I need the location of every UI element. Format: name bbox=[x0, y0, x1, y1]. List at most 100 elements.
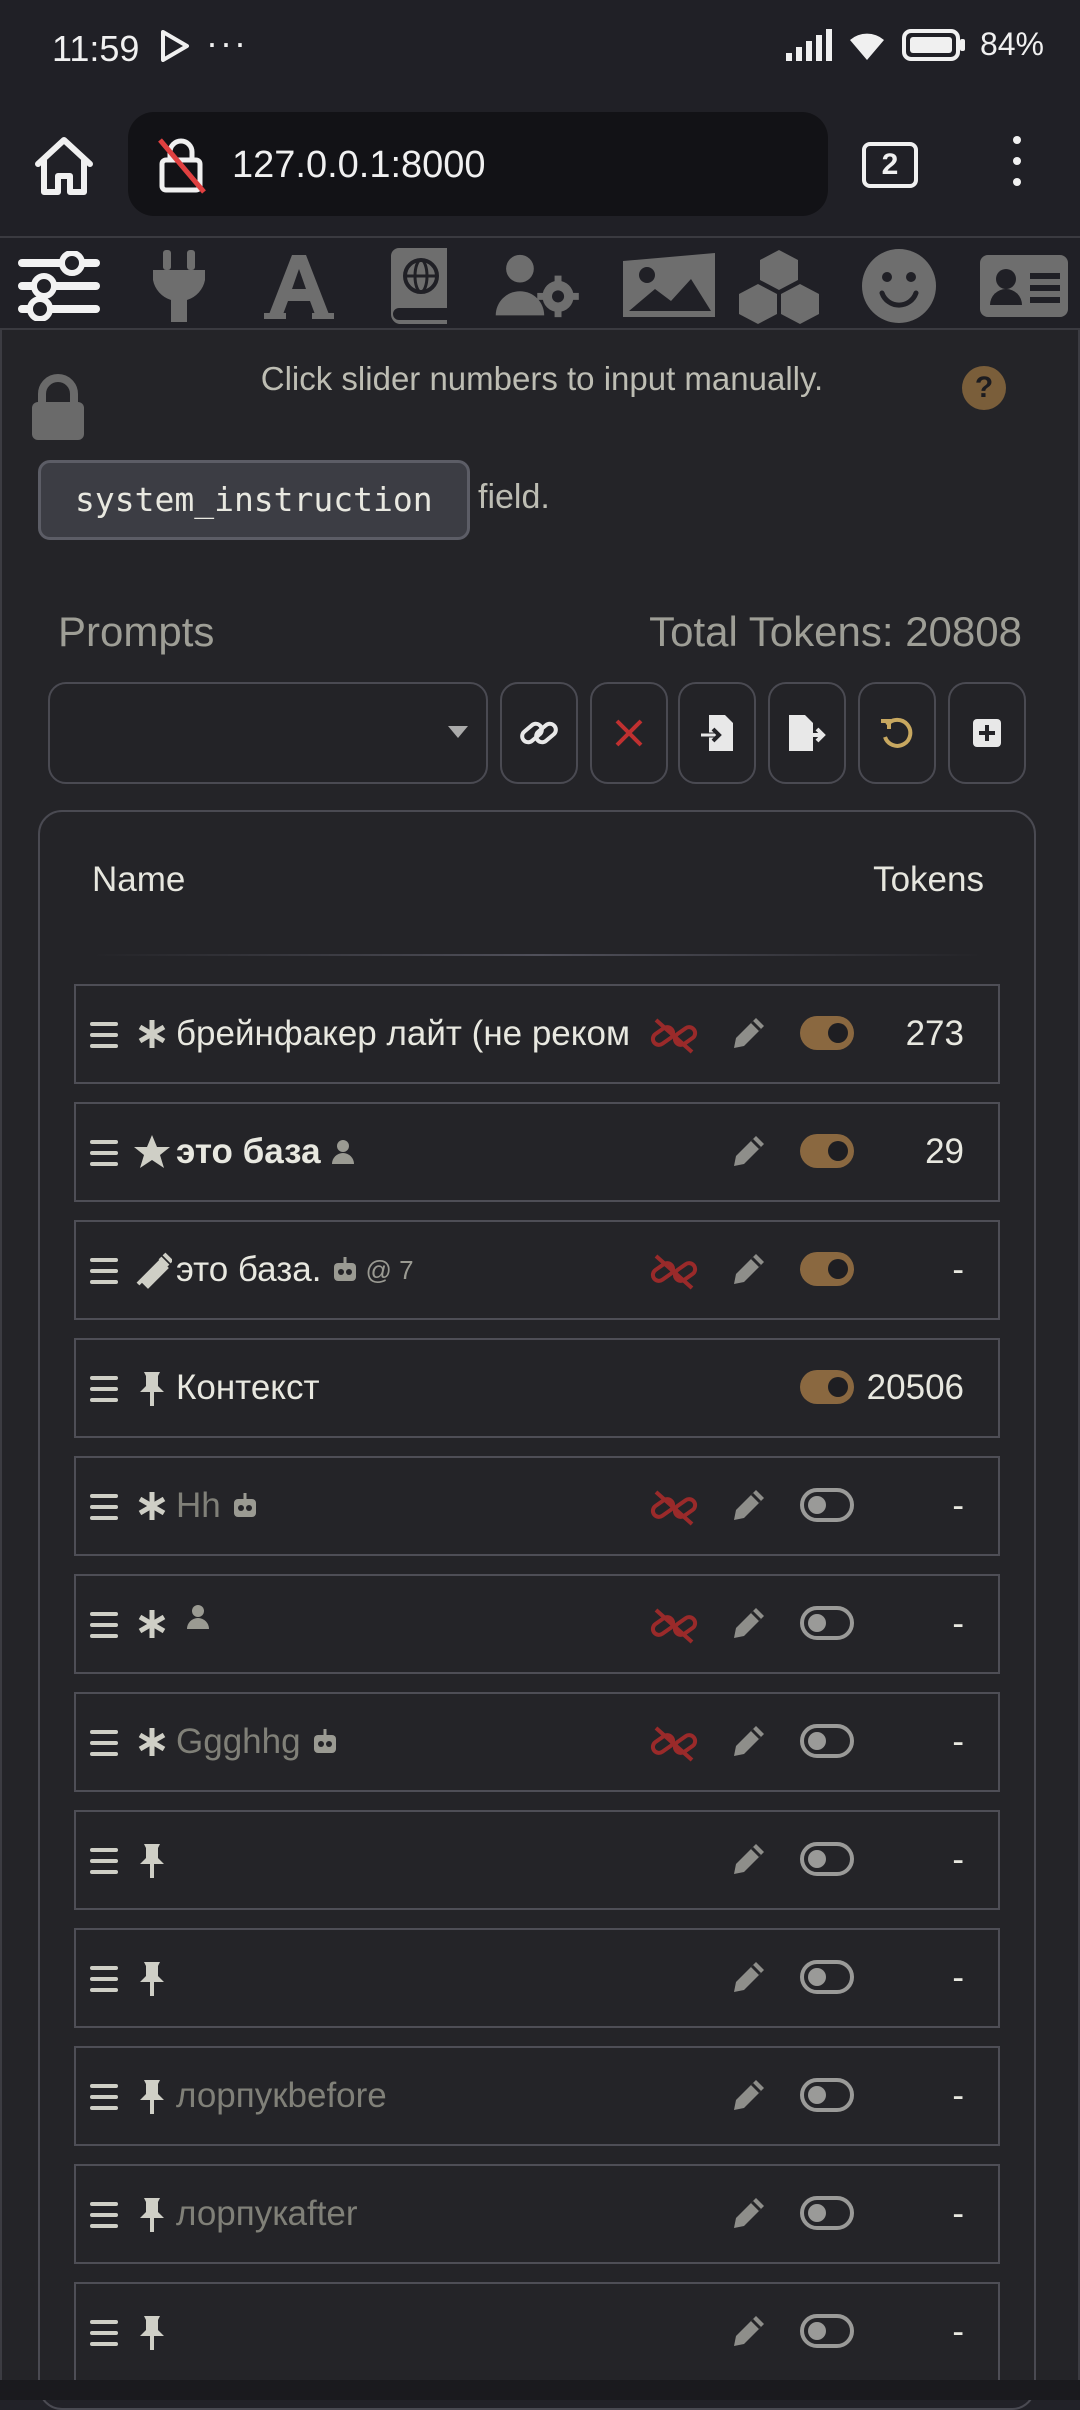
prompt-name[interactable]: лорпукafter bbox=[176, 2194, 358, 2234]
enable-toggle[interactable] bbox=[800, 1488, 854, 1522]
enable-toggle[interactable] bbox=[800, 1134, 854, 1168]
pencil-icon[interactable] bbox=[728, 1840, 768, 1880]
pencil-icon[interactable] bbox=[728, 2194, 768, 2234]
book-atlas-icon[interactable] bbox=[374, 246, 464, 326]
enable-toggle[interactable] bbox=[800, 1960, 854, 1994]
pencil-icon[interactable] bbox=[728, 1604, 768, 1644]
import-button[interactable] bbox=[678, 682, 756, 784]
drag-handle-icon[interactable] bbox=[90, 1376, 118, 1409]
wifi-icon bbox=[849, 33, 884, 60]
prompt-row[interactable]: - bbox=[74, 2282, 1000, 2382]
address-bar[interactable]: 127.0.0.1:8000 bbox=[128, 112, 828, 216]
plug-icon[interactable] bbox=[134, 246, 224, 326]
enable-toggle[interactable] bbox=[800, 2314, 854, 2348]
prompt-row[interactable]: Контекст 20506 bbox=[74, 1338, 1000, 1438]
status-time: 11:59 bbox=[52, 28, 140, 69]
navigation-bar bbox=[0, 2380, 1080, 2400]
injection-badge: @ 7 bbox=[331, 1255, 414, 1286]
drag-handle-icon[interactable] bbox=[90, 1140, 118, 1173]
enable-toggle[interactable] bbox=[800, 1606, 854, 1640]
drag-handle-icon[interactable] bbox=[90, 2084, 118, 2117]
smile-icon[interactable] bbox=[854, 246, 944, 326]
prompt-name[interactable]: Контекст bbox=[176, 1368, 320, 1408]
prompt-name-text: Ggghhg bbox=[176, 1722, 301, 1761]
drag-handle-icon[interactable] bbox=[90, 1848, 118, 1881]
prompt-row[interactable]: Hh - bbox=[74, 1456, 1000, 1556]
prompt-row[interactable]: - bbox=[74, 1810, 1000, 1910]
drag-handle-icon[interactable] bbox=[90, 1258, 118, 1291]
pencil-icon[interactable] bbox=[728, 1486, 768, 1526]
enable-toggle[interactable] bbox=[800, 2196, 854, 2230]
prompt-name[interactable]: лорпукbefore bbox=[176, 2076, 387, 2116]
pencil-icon[interactable] bbox=[728, 1722, 768, 1762]
tab-switcher-button[interactable]: 2 bbox=[862, 142, 918, 188]
prompt-tokens: - bbox=[952, 2312, 964, 2351]
prompt-name-text: Hh bbox=[176, 1486, 221, 1525]
pencil-icon[interactable] bbox=[728, 1958, 768, 1998]
unlink-icon[interactable] bbox=[650, 1606, 698, 1646]
prompt-row[interactable]: это база. @ 7 - bbox=[74, 1220, 1000, 1320]
prompt-name[interactable]: Hh bbox=[176, 1486, 259, 1526]
user-gear-icon[interactable] bbox=[494, 246, 584, 326]
plus-square-icon bbox=[973, 719, 1001, 747]
prompt-name[interactable]: это база. @ 7 bbox=[176, 1250, 414, 1290]
drag-handle-icon[interactable] bbox=[90, 1730, 118, 1763]
close-icon bbox=[615, 719, 643, 747]
prompt-row[interactable]: лорпукbefore - bbox=[74, 2046, 1000, 2146]
prompt-name[interactable] bbox=[176, 1604, 210, 1630]
enable-toggle[interactable] bbox=[800, 2078, 854, 2112]
enable-toggle[interactable] bbox=[800, 1252, 854, 1286]
drag-handle-icon[interactable] bbox=[90, 1022, 118, 1055]
field-text: field. bbox=[478, 478, 550, 516]
user-icon bbox=[187, 1605, 209, 1629]
unlink-icon[interactable] bbox=[650, 1488, 698, 1528]
reset-button[interactable] bbox=[858, 682, 936, 784]
prompt-row[interactable]: брейнфакер лайт (не реком 273 bbox=[74, 984, 1000, 1084]
cubes-icon[interactable] bbox=[734, 246, 824, 326]
drag-handle-icon[interactable] bbox=[90, 1494, 118, 1527]
pencil-icon[interactable] bbox=[728, 1250, 768, 1290]
pencil-icon[interactable] bbox=[728, 2312, 768, 2352]
url-text[interactable]: 127.0.0.1:8000 bbox=[232, 144, 486, 187]
help-icon[interactable]: ? bbox=[962, 366, 1006, 410]
prompt-row[interactable]: - bbox=[74, 1574, 1000, 1674]
font-icon[interactable] bbox=[254, 246, 344, 326]
thumbtack-icon bbox=[140, 2198, 164, 2232]
id-card-icon[interactable] bbox=[974, 246, 1074, 326]
enable-toggle[interactable] bbox=[800, 1370, 854, 1404]
delete-button[interactable] bbox=[590, 682, 668, 784]
enable-toggle[interactable] bbox=[800, 1724, 854, 1758]
prompt-row[interactable]: это база 29 bbox=[74, 1102, 1000, 1202]
browser-menu-icon[interactable] bbox=[1000, 136, 1034, 196]
unlink-icon[interactable] bbox=[650, 1724, 698, 1764]
prompt-name[interactable]: Ggghhg bbox=[176, 1722, 339, 1762]
thumbtack-icon bbox=[140, 1372, 164, 1406]
enable-toggle[interactable] bbox=[800, 1016, 854, 1050]
image-icon[interactable] bbox=[614, 246, 724, 326]
drag-handle-icon[interactable] bbox=[90, 1612, 118, 1645]
pencil-icon[interactable] bbox=[728, 2076, 768, 2116]
unlink-icon[interactable] bbox=[650, 1252, 698, 1292]
prompt-name-text: лорпукafter bbox=[176, 2194, 358, 2233]
header-divider bbox=[92, 954, 984, 956]
drag-handle-icon[interactable] bbox=[90, 1966, 118, 1999]
drag-handle-icon[interactable] bbox=[90, 2320, 118, 2353]
prompt-row[interactable]: Ggghhg - bbox=[74, 1692, 1000, 1792]
prompt-name[interactable]: брейнфакер лайт (не реком bbox=[176, 1014, 630, 1054]
pencil-icon[interactable] bbox=[728, 1132, 768, 1172]
prompt-row[interactable]: - bbox=[74, 1928, 1000, 2028]
link-button[interactable] bbox=[500, 682, 578, 784]
insecure-lock-icon[interactable] bbox=[154, 136, 208, 194]
sliders-icon[interactable] bbox=[14, 246, 104, 326]
link-icon bbox=[520, 721, 558, 745]
home-icon[interactable] bbox=[30, 132, 98, 200]
drag-handle-icon[interactable] bbox=[90, 2202, 118, 2235]
enable-toggle[interactable] bbox=[800, 1842, 854, 1876]
prompt-preset-select[interactable] bbox=[48, 682, 488, 784]
add-prompt-button[interactable] bbox=[948, 682, 1026, 784]
pencil-icon[interactable] bbox=[728, 1014, 768, 1054]
export-button[interactable] bbox=[768, 682, 846, 784]
prompt-row[interactable]: лорпукafter - bbox=[74, 2164, 1000, 2264]
prompt-name[interactable]: это база bbox=[176, 1132, 355, 1172]
unlink-icon[interactable] bbox=[650, 1016, 698, 1056]
